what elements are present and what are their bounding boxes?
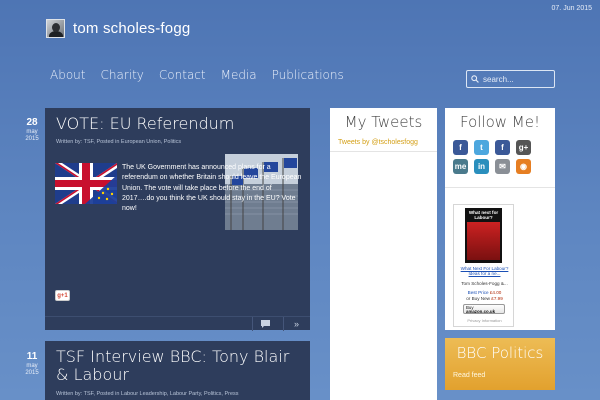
nav-item-media[interactable]: Media (221, 68, 257, 82)
rss-icon[interactable]: ◉ (516, 159, 531, 174)
post-year: 2015 (25, 136, 39, 142)
site-title[interactable]: tom scholes-fogg (73, 20, 190, 37)
main-nav: About Charity Contact Media Publications (50, 68, 344, 82)
post-day: 28 (26, 117, 38, 128)
divider (445, 187, 555, 188)
post-action-bar: » (45, 316, 310, 331)
post-card: VOTE: EU Referendum Written by: TSF, Pos… (45, 108, 310, 331)
nav-item-publications[interactable]: Publications (272, 68, 344, 82)
amazon-book-widget: What next for Labour? What Next For Labo… (453, 204, 514, 327)
search-icon[interactable] (471, 75, 479, 83)
buy-amazon-button[interactable]: Buy amazon.co.uk (463, 304, 505, 314)
search-box (466, 70, 555, 88)
buy-new-price: or Buy New £7.99 (455, 296, 514, 301)
comment-icon (261, 320, 270, 328)
tweets-widget: My Tweets Tweets by @tscholesfogg (330, 108, 437, 400)
post-date: 28 may 2015 (22, 117, 42, 143)
post-month: may (26, 363, 38, 369)
comment-button[interactable] (252, 317, 278, 331)
book-cover-image[interactable]: What next for Labour? (465, 208, 502, 263)
book-author: Tom Scholes-Fogg &... (461, 281, 508, 286)
buy-new-label: or Buy New (466, 296, 490, 301)
privacy-link[interactable]: Privacy Information (455, 318, 514, 323)
double-chevron-right-icon: » (293, 319, 299, 329)
social-icons: f t f g+ me in ✉ ◉ (453, 140, 533, 174)
best-price-label: Best Price (467, 290, 489, 295)
post-excerpt-text: The UK Government has announced plans fo… (122, 164, 302, 213)
twitter-icon[interactable]: t (474, 140, 489, 155)
google-plus-icon[interactable]: g+ (516, 140, 531, 155)
widget-title: BBC Politics (456, 344, 544, 362)
widget-title: My Tweets (344, 113, 423, 131)
post-meta: Written by: TSF, Posted in Labour Leader… (56, 390, 239, 397)
amazon-logo-text: amazon.co.uk (466, 308, 496, 314)
best-price-value: £4.00 (489, 290, 502, 295)
book-cover-title: What next for Labour? (468, 210, 499, 220)
facebook-icon[interactable]: f (453, 140, 468, 155)
read-feed-link[interactable]: Read feed (453, 372, 485, 379)
header-date: 07. Jun 2015 (551, 5, 592, 12)
bbc-politics-widget: BBC Politics Read feed (445, 338, 555, 390)
follow-widget: Follow Me! f t f g+ me in ✉ ◉ What next for Lab… (445, 108, 555, 330)
post-card: TSF Interview BBC: Tony Blair & Labour W… (45, 341, 310, 400)
book-title-link[interactable]: What Next For Labour? Ideas for a ne... (455, 266, 514, 277)
google-plus-button[interactable]: g+1 (55, 290, 70, 301)
search-input[interactable] (483, 74, 551, 84)
myspace-icon[interactable]: me (453, 159, 468, 174)
post-date: 11 may 2015 (22, 351, 42, 377)
post-meta: Written by: TSF, Posted in European Unio… (56, 139, 182, 146)
post-day: 11 (26, 351, 38, 362)
post-year: 2015 (25, 370, 39, 376)
buy-new-value: £7.99 (491, 296, 503, 301)
post-month: may (26, 129, 38, 135)
nav-item-about[interactable]: About (50, 68, 85, 82)
widget-title: Follow Me! (459, 113, 540, 131)
tweets-by-link[interactable]: Tweets by @tscholesfogg (330, 131, 437, 152)
post-excerpt: The UK Government has announced plans fo… (55, 163, 305, 214)
linkedin-icon[interactable]: in (474, 159, 489, 174)
post-title[interactable]: VOTE: EU Referendum (45, 108, 310, 133)
book-cover-photo (467, 222, 500, 260)
avatar (46, 19, 65, 38)
email-icon[interactable]: ✉ (495, 159, 510, 174)
read-more-button[interactable]: » (283, 317, 309, 331)
best-price[interactable]: Best Price £4.00 (455, 290, 514, 295)
facebook-icon[interactable]: f (495, 140, 510, 155)
nav-item-charity[interactable]: Charity (100, 68, 143, 82)
post-title[interactable]: TSF Interview BBC: Tony Blair & Labour (45, 341, 310, 385)
site-brand[interactable]: tom scholes-fogg (46, 19, 190, 38)
nav-item-contact[interactable]: Contact (159, 68, 206, 82)
